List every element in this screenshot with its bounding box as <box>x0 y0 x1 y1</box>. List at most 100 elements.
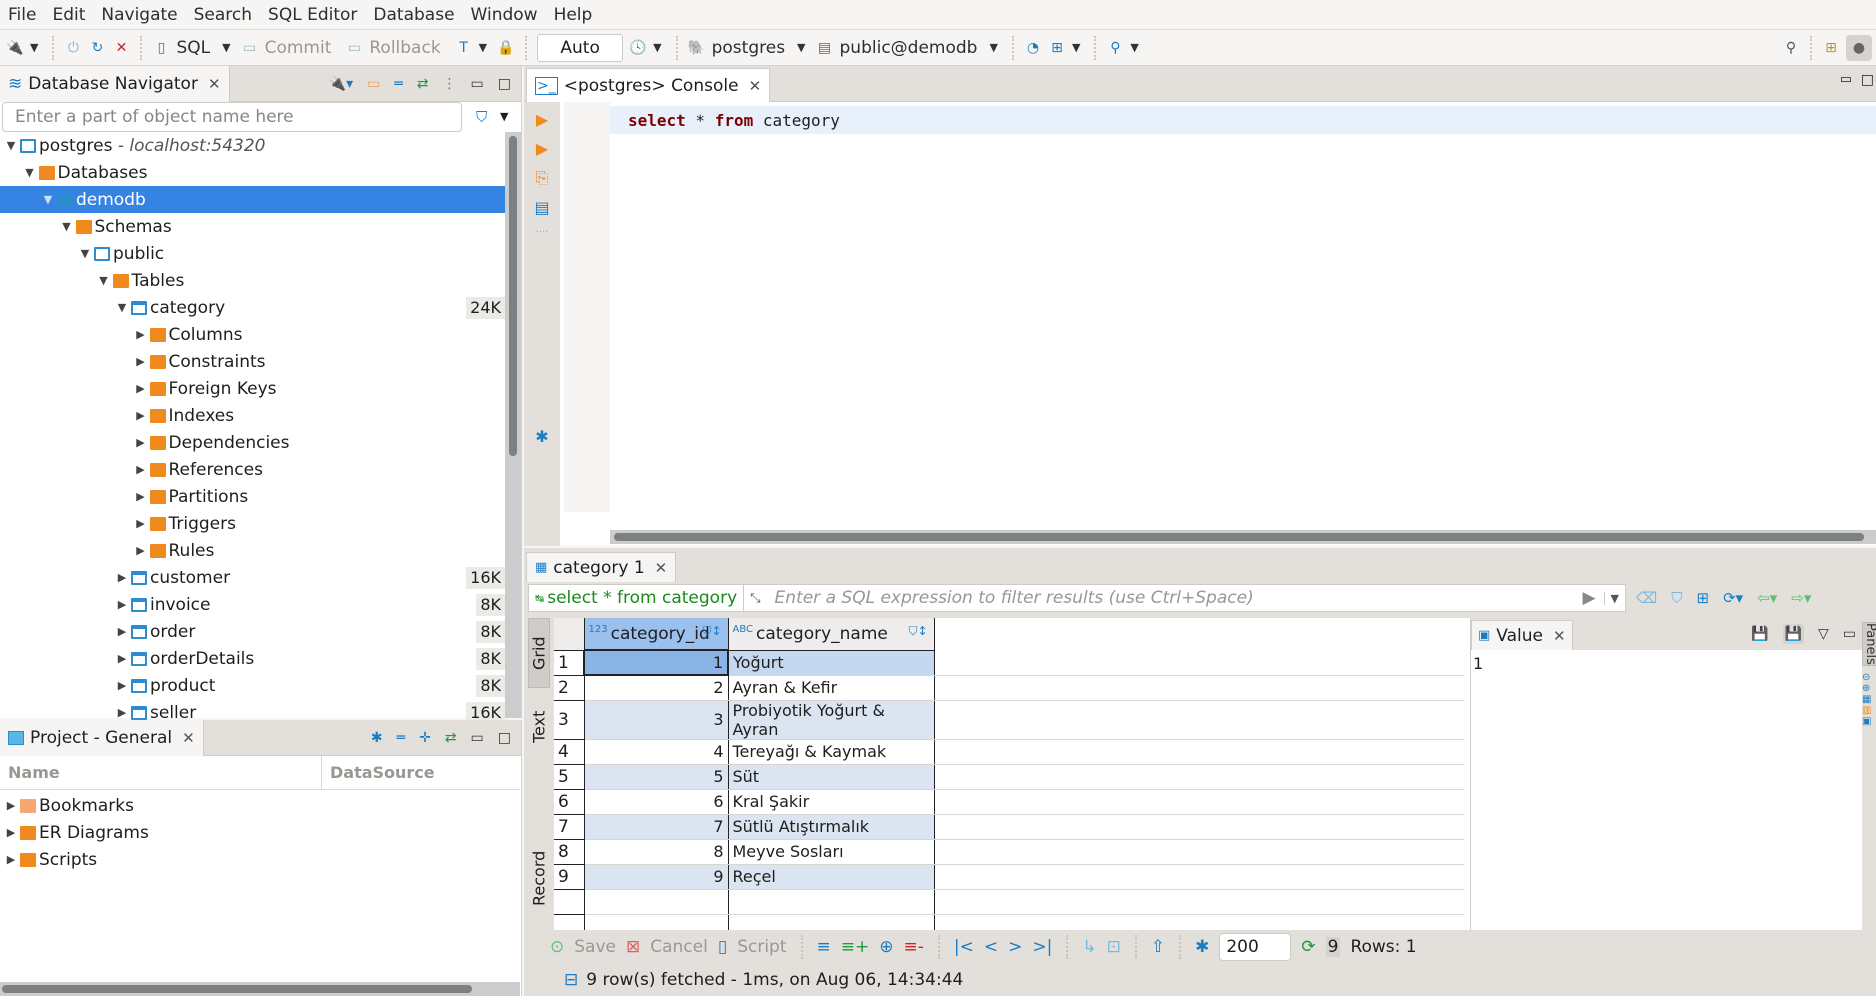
cell-category-id[interactable]: 6 <box>584 789 729 815</box>
expand-arrow-icon[interactable]: ▶ <box>134 355 148 368</box>
expand-arrow-icon[interactable]: ▶ <box>115 652 129 665</box>
cell-category-name[interactable]: Süt <box>728 764 935 790</box>
transaction-mode-dropdown[interactable]: ▼ <box>479 41 487 54</box>
collapse-all-icon[interactable]: ═ <box>397 730 405 746</box>
new-connection-icon[interactable]: 🔌 <box>6 39 24 57</box>
row-number[interactable]: 2 <box>554 675 585 701</box>
table-row[interactable]: 1 1 Yoğurt <box>554 649 1464 676</box>
sql-code-line[interactable]: select * from category <box>610 106 1876 134</box>
view-menu-icon[interactable]: ⋮ <box>443 76 457 92</box>
panel-icon[interactable]: ▦ <box>1862 694 1876 705</box>
expand-arrow-icon[interactable]: ▶ <box>134 517 148 530</box>
navigator-search-input[interactable]: Enter a part of object name here <box>2 102 462 132</box>
tools-dropdown[interactable]: ▼ <box>1072 41 1080 54</box>
refresh-mode-icon[interactable]: ⟳▾ <box>1723 589 1743 607</box>
execute-script-icon[interactable]: ⎘ <box>536 168 549 188</box>
tree-node-columns[interactable]: ▶ Columns <box>0 321 505 348</box>
text-view-tab[interactable]: Text <box>528 692 550 762</box>
cell-category-id[interactable]: 1 <box>583 649 729 676</box>
menu-file[interactable]: File <box>8 5 36 25</box>
clear-filter-icon[interactable]: ⌫ <box>1636 589 1657 607</box>
table-row[interactable]: 6 6 Kral Şakir <box>554 789 1464 815</box>
add-row-icon[interactable]: ≡+ <box>841 937 870 957</box>
row-number[interactable]: 5 <box>554 764 585 790</box>
cell-category-id[interactable]: 4 <box>584 739 729 765</box>
maximize-icon[interactable]: □ <box>498 730 511 746</box>
cell-category-name[interactable]: Reçel <box>728 864 935 890</box>
delete-row-icon[interactable]: ≡- <box>904 937 924 957</box>
expand-arrow-icon[interactable]: ▶ <box>134 490 148 503</box>
close-icon[interactable]: ✕ <box>208 75 221 93</box>
tree-node-postgres[interactable]: ▼ postgres - localhost:54320 <box>0 132 505 159</box>
new-connection-icon[interactable]: 🔌▾ <box>329 76 353 92</box>
table-row[interactable]: 4 4 Tereyağı & Kaymak <box>554 739 1464 765</box>
collapse-arrow-icon[interactable]: ▼ <box>78 247 92 260</box>
fetch-next-icon[interactable]: ↳ <box>1082 937 1096 957</box>
tree-node-order[interactable]: ▶ order 8K <box>0 618 505 645</box>
tree-node-demodb[interactable]: ▼ demodb <box>0 186 505 213</box>
dashboard-icon[interactable]: ◔ <box>1024 39 1042 57</box>
cell-category-id[interactable]: 2 <box>584 675 729 701</box>
expand-arrow-icon[interactable]: ▶ <box>115 679 129 692</box>
copy-row-icon[interactable]: ⊕ <box>879 937 893 957</box>
column-header-name[interactable]: Name <box>0 756 322 789</box>
tree-node-databases[interactable]: ▼ Databases <box>0 159 505 186</box>
menu-help[interactable]: Help <box>554 5 593 25</box>
column-header-category-name[interactable]: ABC category_name ⛉↕ <box>728 618 935 651</box>
tree-node-foreign-keys[interactable]: ▶ Foreign Keys <box>0 375 505 402</box>
dbeaver-perspective-icon[interactable]: ● <box>1846 34 1872 61</box>
tree-node-public[interactable]: ▼ public <box>0 240 505 267</box>
active-datasource[interactable]: postgres <box>712 38 785 58</box>
close-icon[interactable]: ✕ <box>182 729 195 747</box>
find-dropdown[interactable]: ▼ <box>1130 41 1138 54</box>
project-general-tab[interactable]: Project - General ✕ <box>0 720 204 756</box>
expand-arrow-icon[interactable]: ▶ <box>115 625 129 638</box>
schema-dropdown[interactable]: ▼ <box>989 41 997 54</box>
value-content[interactable]: 1 <box>1471 650 1862 677</box>
tree-node-dependencies[interactable]: ▶ Dependencies <box>0 429 505 456</box>
tree-node-category[interactable]: ▼ category 24K <box>0 294 505 321</box>
save-button[interactable]: Save <box>574 937 616 957</box>
table-row[interactable]: 2 2 Ayran & Kefir <box>554 675 1464 701</box>
cell-category-name[interactable]: Ayran & Kefir <box>728 675 935 701</box>
filter-input[interactable]: Enter a SQL expression to filter results… <box>767 588 1575 608</box>
filter-settings-icon[interactable]: ⊞ <box>1696 589 1709 607</box>
save-value-icon[interactable]: 💾 <box>1751 626 1768 642</box>
tree-node-constraints[interactable]: ▶ Constraints <box>0 348 505 375</box>
row-number[interactable]: 6 <box>554 789 585 815</box>
export-icon[interactable]: ⇧ <box>1151 937 1165 957</box>
database-navigator-tab[interactable]: ≋ Database Navigator ✕ <box>0 66 230 102</box>
tree-node-customer[interactable]: ▶ customer 16K <box>0 564 505 591</box>
grid-view-tab[interactable]: Grid <box>528 618 550 688</box>
table-row[interactable]: 8 8 Meyve Sosları <box>554 839 1464 865</box>
menu-database[interactable]: Database <box>373 5 454 25</box>
auto-apply-icon[interactable]: 💾 <box>1782 624 1804 644</box>
datasource-dropdown[interactable]: ▼ <box>797 41 805 54</box>
maximize-icon[interactable]: □ <box>498 76 511 92</box>
value-tab[interactable]: ▣ Value ✕ <box>1471 620 1573 650</box>
cell-category-id[interactable]: 7 <box>584 814 729 840</box>
row-number[interactable]: 4 <box>554 739 585 765</box>
collapse-arrow-icon[interactable]: ▼ <box>23 166 37 179</box>
collapse-arrow-icon[interactable]: ▼ <box>115 301 129 314</box>
expand-filter-icon[interactable]: ⤡ <box>744 591 766 606</box>
tree-node-orderdetails[interactable]: ▶ orderDetails 8K <box>0 645 505 672</box>
tree-node-partitions[interactable]: ▶ Partitions <box>0 483 505 510</box>
commit-icon[interactable]: ▭ <box>241 39 259 57</box>
execute-statement-icon[interactable]: ▶ <box>536 110 548 129</box>
execute-new-tab-icon[interactable]: ▶ <box>536 139 548 158</box>
settings-icon[interactable]: ✱ <box>535 427 548 446</box>
expand-icon[interactable]: ✛ <box>419 730 431 746</box>
next-page-icon[interactable]: > <box>1008 937 1022 957</box>
minimize-icon[interactable]: ▭ <box>1843 626 1856 642</box>
link-editor-icon[interactable]: ⇄ <box>417 76 429 92</box>
collapse-arrow-icon[interactable]: ▼ <box>97 274 111 287</box>
collapse-all-icon[interactable]: ═ <box>394 76 402 92</box>
project-scrollbar[interactable] <box>0 982 520 996</box>
link-editor-icon[interactable]: ⇄ <box>445 730 457 746</box>
minimize-icon[interactable]: ▭ <box>1840 72 1852 87</box>
collapse-arrow-icon[interactable]: ▼ <box>60 220 74 233</box>
cell-category-name[interactable]: Yoğurt <box>728 650 935 676</box>
expand-arrow-icon[interactable]: ▶ <box>134 544 148 557</box>
table-row[interactable]: 7 7 Sütlü Atıştırmalık <box>554 814 1464 840</box>
